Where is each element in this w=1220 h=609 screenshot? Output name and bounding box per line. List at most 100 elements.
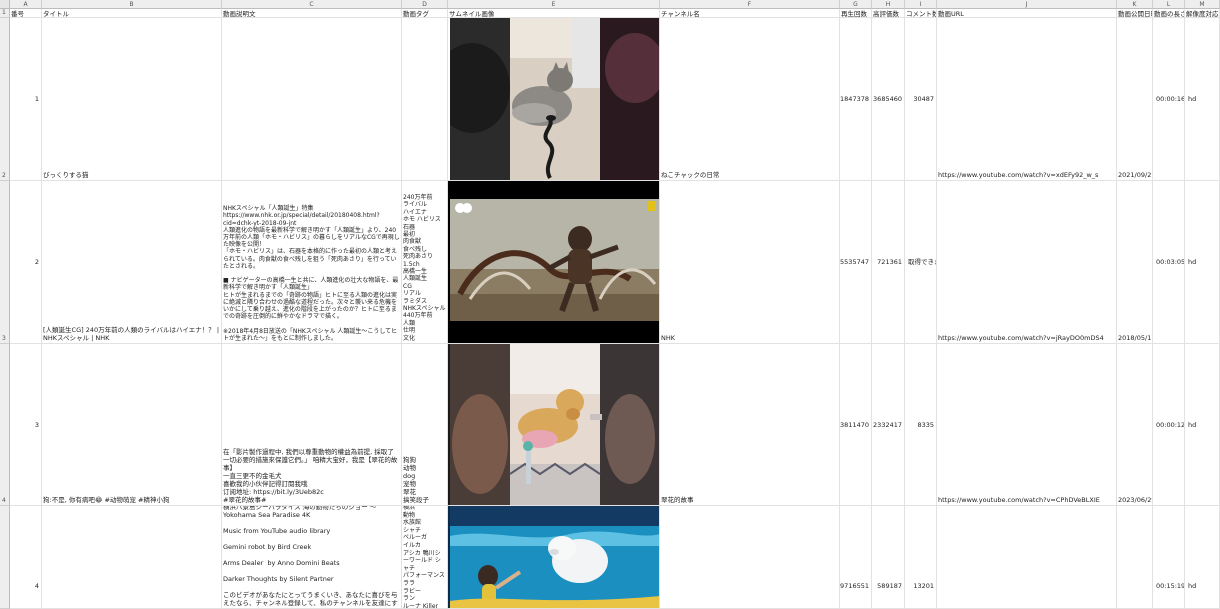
cell-length[interactable]: 00:15:19 bbox=[1153, 506, 1185, 609]
video-url-link[interactable]: https://www.youtube.com/watch?v=CPhDVeBL… bbox=[938, 496, 1100, 504]
cell-views[interactable]: 263811470 bbox=[840, 344, 872, 506]
row-header[interactable] bbox=[0, 506, 10, 609]
dog-thumbnail-icon[interactable] bbox=[450, 344, 659, 505]
cell-length[interactable]: 00:00:16 bbox=[1153, 18, 1185, 181]
column-header-h[interactable]: H bbox=[872, 0, 905, 9]
cell-resolution[interactable]: hd bbox=[1185, 506, 1220, 609]
row-header[interactable]: 1 bbox=[0, 9, 10, 18]
cell-views[interactable]: 169716551 bbox=[840, 506, 872, 609]
cell-date[interactable]: 2021/09/21 bbox=[1117, 18, 1153, 181]
cell-tags[interactable] bbox=[402, 18, 448, 181]
cell-title[interactable]: びっくりする猫 bbox=[42, 18, 222, 181]
cell-date[interactable] bbox=[1117, 506, 1153, 609]
cell-thumbnail[interactable] bbox=[448, 181, 660, 344]
header-cell-likes[interactable]: 高評価数 bbox=[872, 9, 905, 18]
cell-channel[interactable] bbox=[660, 506, 840, 609]
header-label: 番号 bbox=[11, 10, 24, 18]
column-header-m[interactable]: M bbox=[1185, 0, 1220, 9]
cell-comments[interactable]: 30487 bbox=[905, 18, 937, 181]
cell-resolution[interactable]: hd bbox=[1185, 344, 1220, 506]
column-header-f[interactable]: F bbox=[660, 0, 840, 9]
header-cell-views[interactable]: 再生回数 bbox=[840, 9, 872, 18]
cell-value: 3 bbox=[34, 420, 39, 429]
cat-and-snake-thumbnail-icon[interactable] bbox=[450, 18, 659, 180]
column-header-b[interactable]: B bbox=[42, 0, 222, 9]
row-header[interactable]: 3 bbox=[0, 181, 10, 344]
cell-title[interactable]: 狗:不是, 你有病吧😂 #动物萌宠 #精神小狗 bbox=[42, 344, 222, 506]
column-header-d[interactable]: D bbox=[402, 0, 448, 9]
cell-date[interactable]: 2023/06/29 bbox=[1117, 344, 1153, 506]
cell-likes[interactable]: 2332417 bbox=[872, 344, 905, 506]
cell-url[interactable] bbox=[937, 506, 1117, 609]
cell-value: ねこチャックの日常 bbox=[661, 171, 720, 179]
header-cell-resolution[interactable]: 解像度対応 bbox=[1185, 9, 1220, 18]
cell-comments[interactable]: 13201 bbox=[905, 506, 937, 609]
cell-description[interactable]: NHKスペシャル「人類誕生」特集 https://www.nhk.or.jp/s… bbox=[222, 181, 402, 344]
header-cell-url[interactable]: 動画URL bbox=[937, 9, 1117, 18]
header-cell-tags[interactable]: 動画タグ bbox=[402, 9, 448, 18]
header-cell-channel[interactable]: チャンネル名 bbox=[660, 9, 840, 18]
header-cell-length[interactable]: 動画の長さ bbox=[1153, 9, 1185, 18]
cell-tags[interactable]: 横浜 動物 水族館 シャチ ベルーガ イルカ アシカ 鴨川シーワールド シャチ … bbox=[402, 506, 448, 609]
cell-url[interactable]: https://www.youtube.com/watch?v=CPhDVeBL… bbox=[937, 344, 1117, 506]
cell-length[interactable]: 00:03:05 bbox=[1153, 181, 1185, 344]
row-header[interactable]: 4 bbox=[0, 344, 10, 506]
cell-resolution[interactable]: hd bbox=[1185, 18, 1220, 181]
cell-value: 00:03:05 bbox=[1156, 258, 1185, 266]
cell-description[interactable]: 在「影片製作過程中, 我們以尊重動物的權益為前提, 採取了一切必要的措施來保護它… bbox=[222, 344, 402, 506]
header-cell-date[interactable]: 動画公開日時 bbox=[1117, 9, 1153, 18]
cell-value: 取得できま bbox=[908, 258, 936, 266]
cell-value: 13201 bbox=[913, 582, 934, 590]
column-header-j[interactable]: J bbox=[937, 0, 1117, 9]
header-cell-no[interactable]: 番号 bbox=[10, 9, 42, 18]
cell-channel[interactable]: ねこチャックの日常 bbox=[660, 18, 840, 181]
cell-tags[interactable]: 240万年前 ライバル ハイエナ ホモ ハビリス 石器 最初 肉食獣 食べ残し … bbox=[402, 181, 448, 344]
cell-tags[interactable]: 狗狗 动物 dog 宠物 翠花 搞笑段子 bbox=[402, 344, 448, 506]
cell-comments[interactable]: 8335 bbox=[905, 344, 937, 506]
header-cell-description[interactable]: 動画説明文 bbox=[222, 9, 402, 18]
column-header-g[interactable]: G bbox=[840, 0, 872, 9]
video-url-link[interactable]: https://www.youtube.com/watch?v=jRayDO0m… bbox=[938, 334, 1104, 342]
header-cell-thumbnail[interactable]: サムネイル画像 bbox=[448, 9, 660, 18]
cell-likes[interactable]: 3685460 bbox=[872, 18, 905, 181]
cell-likes[interactable]: 721361 bbox=[872, 181, 905, 344]
cell-value: 2018/05/11 bbox=[1118, 334, 1153, 342]
cell-thumbnail[interactable] bbox=[448, 18, 660, 181]
cell-channel[interactable]: 翠花的故事 bbox=[660, 344, 840, 506]
select-all-corner[interactable] bbox=[0, 0, 10, 9]
column-header-l[interactable]: L bbox=[1153, 0, 1185, 9]
hominid-cg-thumbnail-icon[interactable] bbox=[450, 199, 659, 321]
cell-description[interactable] bbox=[222, 18, 402, 181]
header-cell-comments[interactable]: コメント数 bbox=[905, 9, 937, 18]
cell-channel[interactable]: NHK bbox=[660, 181, 840, 344]
cell-date[interactable]: 2018/05/11 bbox=[1117, 181, 1153, 344]
cell-url[interactable]: https://www.youtube.com/watch?v=jRayDO0m… bbox=[937, 181, 1117, 344]
column-header-e[interactable]: E bbox=[448, 0, 660, 9]
header-cell-title[interactable]: タイトル bbox=[42, 9, 222, 18]
column-header-k[interactable]: K bbox=[1117, 0, 1153, 9]
cell-likes[interactable]: 589187 bbox=[872, 506, 905, 609]
cell-title[interactable]: [人類誕生CG] 240万年前の人類のライバルはハイエナ！？ | NHKスペシャ… bbox=[42, 181, 222, 344]
cell-comments[interactable]: 取得できま bbox=[905, 181, 937, 344]
cell-thumbnail[interactable] bbox=[448, 344, 660, 506]
column-header-c[interactable]: C bbox=[222, 0, 402, 9]
cell-no[interactable]: 2 bbox=[10, 181, 42, 344]
cell-no[interactable]: 1 bbox=[10, 18, 42, 181]
cell-title[interactable] bbox=[42, 506, 222, 609]
cell-url[interactable]: https://www.youtube.com/watch?v=xdEFy92_… bbox=[937, 18, 1117, 181]
cell-description[interactable]: 横浜八景島シーパラダイス 海の動物たちのショー 〜 Yokohama Sea P… bbox=[222, 506, 402, 609]
cell-views[interactable]: 661847378 bbox=[840, 18, 872, 181]
cell-value: 狗:不是, 你有病吧😂 #动物萌宠 #精神小狗 bbox=[43, 496, 170, 504]
cell-no[interactable]: 4 bbox=[10, 506, 42, 609]
cell-resolution[interactable]: hd bbox=[1185, 181, 1220, 344]
beluga-thumbnail-icon[interactable] bbox=[450, 506, 659, 608]
cell-length[interactable]: 00:00:12 bbox=[1153, 344, 1185, 506]
column-header-a[interactable]: A bbox=[10, 0, 42, 9]
spreadsheet[interactable]: A B C D E F G H I J K L M 1 2 3 4 番号 タイト… bbox=[0, 0, 1220, 609]
column-header-i[interactable]: I bbox=[905, 0, 937, 9]
cell-no[interactable]: 3 bbox=[10, 344, 42, 506]
cell-thumbnail[interactable] bbox=[448, 506, 660, 609]
row-header[interactable]: 2 bbox=[0, 18, 10, 181]
video-url-link[interactable]: https://www.youtube.com/watch?v=xdEFy92_… bbox=[938, 171, 1098, 179]
cell-views[interactable]: 285535747 bbox=[840, 181, 872, 344]
